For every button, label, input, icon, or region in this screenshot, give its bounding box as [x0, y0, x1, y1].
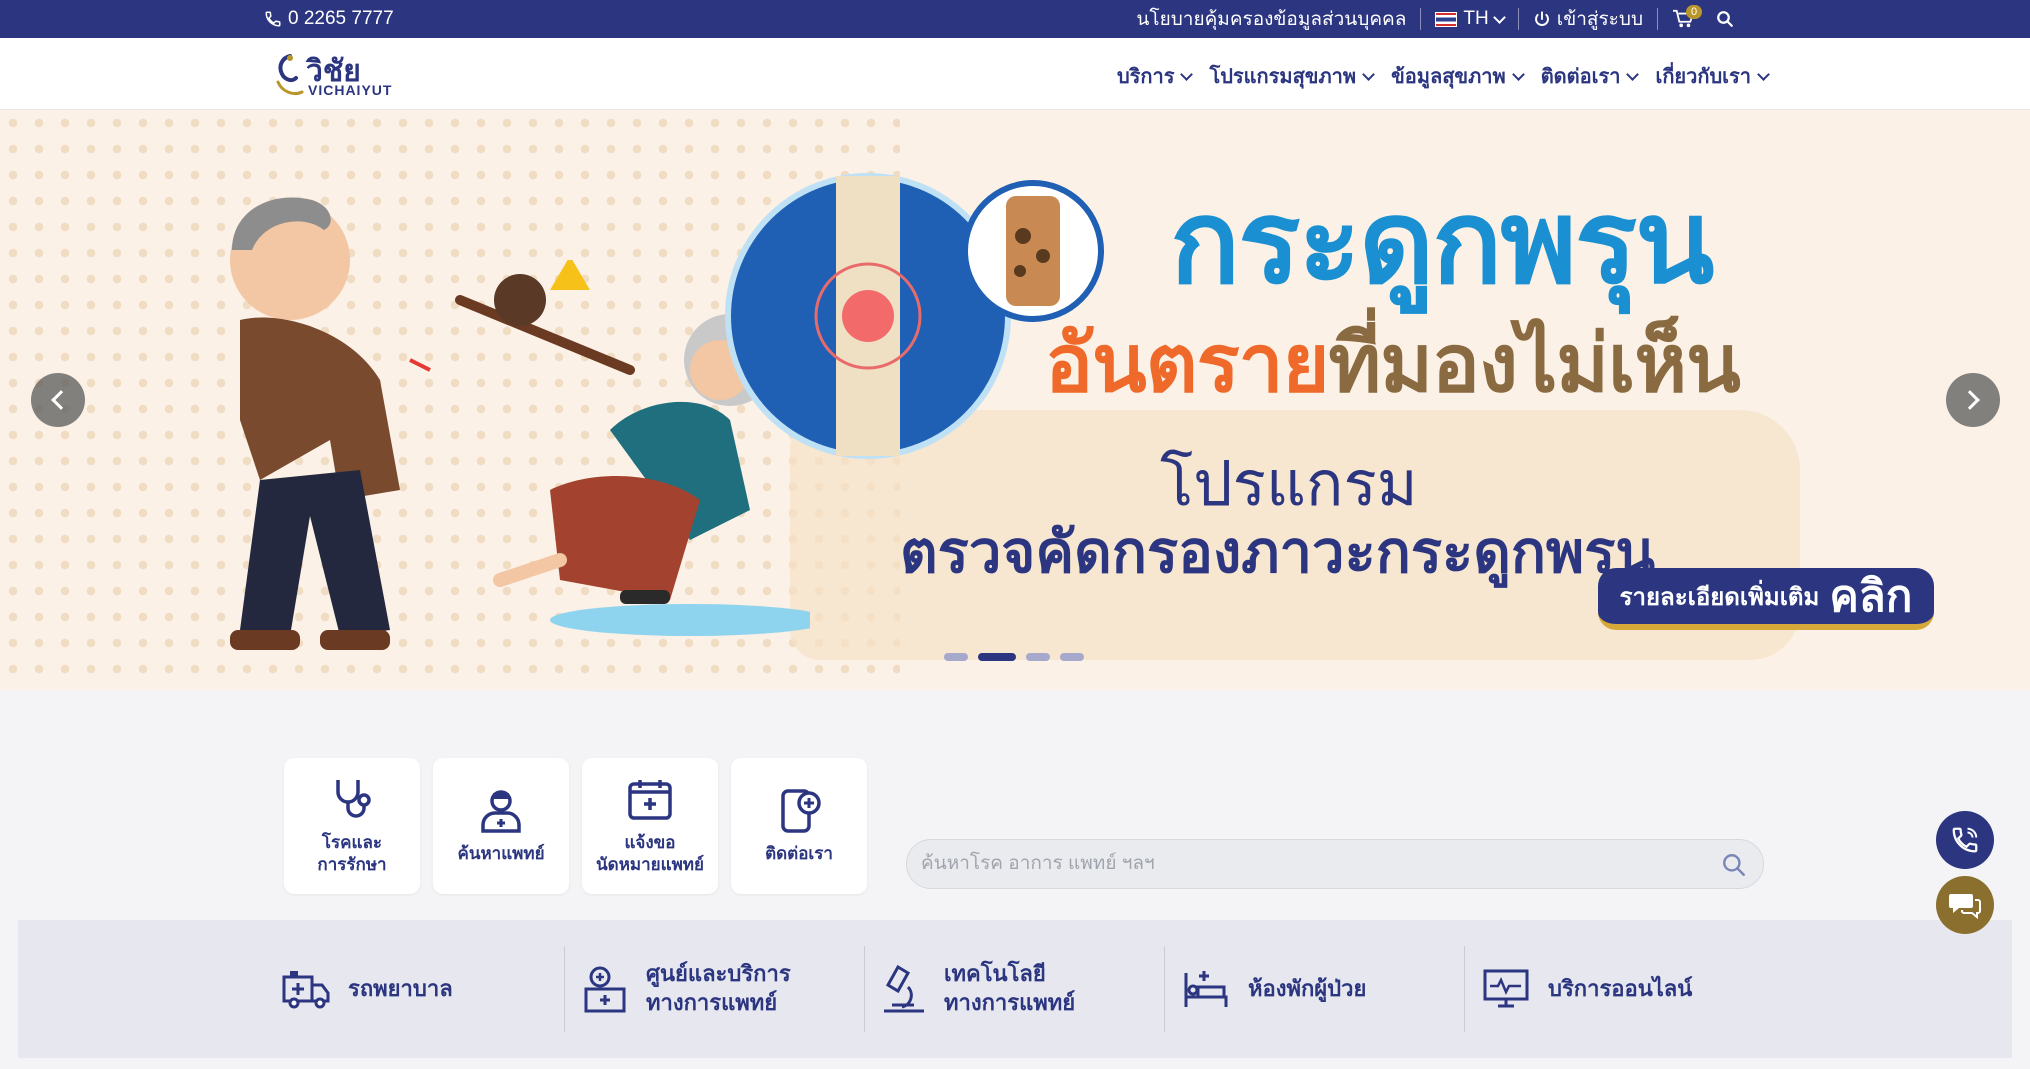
phone-number: 0 2265 7777 [288, 8, 394, 29]
nav-contact[interactable]: ติดต่อเรา [1540, 60, 1640, 92]
carousel-dot-active[interactable] [978, 653, 1016, 661]
login-label: เข้าสู่ระบบ [1556, 9, 1643, 30]
quick-link-label: ค้นหาแพทย์ [457, 843, 545, 863]
floating-call-button[interactable] [1936, 811, 1994, 869]
logo-english-text: VICHAIYUT [308, 82, 393, 98]
main-nav: บริการ โปรแกรมสุขภาพ ข้อมูลสุขภาพ ติดต่อ… [1116, 60, 1770, 92]
search-button[interactable] [1716, 10, 1734, 28]
chevron-down-icon [1511, 67, 1525, 81]
services-band: รถพยาบาล ศูนย์และบริการ ทางการแพทย์ เทคโ… [18, 920, 2012, 1058]
main-header: วิชัยยุทธ VICHAIYUT บริการ โปรแกรมสุขภาพ… [0, 38, 2030, 135]
privacy-policy-link[interactable]: นโยบายคุ้มครองข้อมูลส่วนบุคคล [1136, 4, 1406, 34]
stethoscope-icon [336, 779, 371, 818]
nav-about[interactable]: เกี่ยวกับเรา [1655, 60, 1770, 92]
quick-link-label: ติดต่อเรา [765, 843, 833, 863]
search-icon [1717, 11, 1733, 27]
quick-links: โรคและ การรักษา ค้นหาแพทย์ แจ้งขอ นัดหมา… [284, 758, 867, 894]
chevron-down-icon [1626, 67, 1640, 81]
nav-label: บริการ [1116, 66, 1175, 88]
hospital-bed-icon [1184, 971, 1228, 1007]
phone-plus-icon [781, 789, 821, 833]
service-medical-center[interactable]: ศูนย์และบริการ ทางการแพทย์ [564, 920, 882, 1058]
login-link[interactable]: เข้าสู่ระบบ [1533, 4, 1643, 34]
divider [1517, 8, 1519, 30]
online-monitor-icon [1483, 969, 1529, 1008]
service-label: บริการออนไลน์ [1548, 975, 1693, 1001]
nav-services[interactable]: บริการ [1116, 60, 1194, 92]
chevron-down-icon [1492, 10, 1506, 24]
program-title: ตรวจคัดกรองภาวะกระดูกพรุน [900, 520, 1656, 585]
quick-link-diseases[interactable]: โรคและ การรักษา [284, 758, 420, 894]
details-click-button[interactable]: รายละเอียดเพิ่มเติม คลิก [1598, 568, 1934, 630]
power-icon [1534, 11, 1549, 27]
carousel-dot[interactable] [1026, 653, 1050, 661]
language-label: TH [1463, 8, 1489, 29]
service-ambulance[interactable]: รถพยาบาล [282, 920, 582, 1058]
microscope-icon [884, 965, 924, 1013]
floating-chat-button[interactable] [1936, 876, 1994, 934]
thai-flag-icon [1435, 11, 1458, 27]
hero-subheadline-brown: ที่มองไม่เห็น [1328, 319, 1740, 408]
cart-count-badge: 0 [1686, 5, 1703, 19]
nav-label: ข้อมูลสุขภาพ [1391, 66, 1506, 88]
chevron-down-icon [1757, 67, 1770, 81]
phone-link[interactable]: 0 2265 7777 [264, 8, 394, 30]
medical-center-icon [584, 966, 626, 1013]
quick-link-label: แจ้งขอ นัดหมายแพทย์ [596, 832, 704, 874]
service-label: ศูนย์และบริการ ทางการแพทย์ [646, 961, 791, 1015]
logo-emblem-icon [276, 54, 304, 96]
search-icon[interactable] [1721, 852, 1747, 878]
calendar-icon [628, 779, 672, 820]
chevron-left-icon [51, 390, 71, 410]
nav-health-programs[interactable]: โปรแกรมสุขภาพ [1209, 60, 1375, 92]
nav-health-info[interactable]: ข้อมูลสุขภาพ [1391, 60, 1525, 92]
chevron-down-icon [1362, 67, 1375, 81]
language-selector[interactable]: TH [1435, 8, 1506, 30]
nav-label: เกี่ยวกับเรา [1655, 66, 1751, 88]
search-input[interactable] [921, 840, 1701, 888]
service-medical-technology[interactable]: เทคโนโลยี ทางการแพทย์ [864, 920, 1182, 1058]
divider [1420, 8, 1422, 30]
carousel-indicators [944, 653, 1084, 661]
service-patient-rooms[interactable]: ห้องพักผู้ป่วย [1164, 920, 1482, 1058]
carousel-prev-button[interactable] [31, 373, 85, 427]
carousel-dot[interactable] [944, 653, 968, 661]
cta-big-text: คลิก [1829, 572, 1913, 621]
quick-link-label: โรคและ การรักษา [317, 832, 387, 874]
elderly-man-illustration [230, 197, 431, 650]
ambulance-icon [282, 971, 330, 1009]
chevron-down-icon [1180, 67, 1194, 81]
hero-subheadline: อันตรายที่มองไม่เห็น [1045, 300, 1741, 427]
service-label: ห้องพักผู้ป่วย [1248, 975, 1367, 1001]
phone-call-icon [1952, 827, 1978, 853]
carousel-dot[interactable] [1060, 653, 1084, 661]
quick-link-find-doctor[interactable]: ค้นหาแพทย์ [433, 758, 569, 894]
site-logo[interactable]: วิชัยยุทธ VICHAIYUT [268, 48, 408, 135]
cart-button[interactable]: 0 [1672, 5, 1703, 29]
chevron-right-icon [1960, 390, 1980, 410]
doctor-icon [481, 790, 521, 833]
service-online[interactable]: บริการออนไลน์ [1464, 920, 1782, 1058]
carousel-next-button[interactable] [1946, 373, 2000, 427]
search-bar [906, 839, 1764, 889]
quick-link-appointment[interactable]: แจ้งขอ นัดหมายแพทย์ [582, 758, 718, 894]
service-label: เทคโนโลยี ทางการแพทย์ [944, 961, 1076, 1015]
cta-small-text: รายละเอียดเพิ่มเติม [1619, 583, 1820, 611]
chat-icon [1949, 894, 1981, 920]
quick-link-contact[interactable]: ติดต่อเรา [731, 758, 867, 894]
divider [1657, 8, 1658, 30]
service-label: รถพยาบาล [348, 975, 453, 1001]
top-bar: 0 2265 7777 นโยบายคุ้มครองข้อมูลส่วนบุคค… [0, 0, 2030, 38]
nav-label: โปรแกรมสุขภาพ [1209, 66, 1357, 88]
nav-label: ติดต่อเรา [1540, 66, 1621, 88]
phone-icon [265, 11, 281, 27]
hero-subheadline-orange: อันตราย [1045, 319, 1329, 408]
hero-banner[interactable]: กระดูกพรุน อันตรายที่มองไม่เห็น โปรแกรม … [0, 110, 2030, 690]
